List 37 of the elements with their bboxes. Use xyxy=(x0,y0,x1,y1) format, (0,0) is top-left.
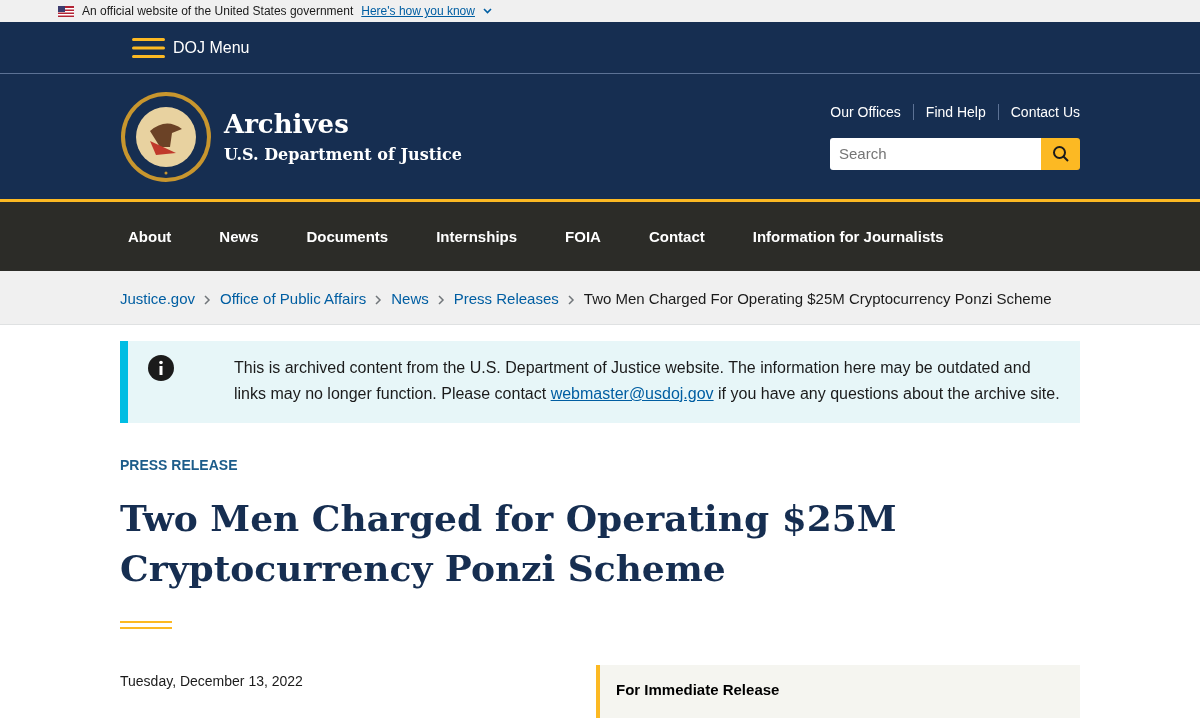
search-button[interactable] xyxy=(1041,137,1080,170)
alert-text: This is archived content from the U.S. Department of Justice website. The information here may be outdated and links may no longer function. Please contact webmaster@usdoj.gov if you have any questions about the archive site. xyxy=(234,358,1060,404)
nav-item[interactable]: Contact xyxy=(648,228,705,245)
info-icon xyxy=(148,355,174,381)
press-release-label: PRESS RELEASE xyxy=(120,457,239,473)
email-link[interactable]: webmaster@usdoj.gov xyxy=(550,385,714,402)
breadcrumb-link[interactable]: Press Releases xyxy=(453,290,559,307)
nav-item[interactable]: Documents xyxy=(306,228,389,245)
breadcrumb-link[interactable]: Office of Public Affairs xyxy=(220,290,367,307)
banner-text: An official website of the United States government xyxy=(82,4,354,18)
breadcrumb-link[interactable]: Justice.gov xyxy=(120,290,196,307)
breadcrumb-current: Two Men Charged For Operating $25M Cryptocurrency Ponzi Scheme xyxy=(583,290,1052,307)
utility-link[interactable]: Contact Us xyxy=(997,103,1080,120)
menu-icon xyxy=(132,36,165,59)
flag-icon xyxy=(58,5,74,17)
chevron-down-icon xyxy=(482,8,492,14)
chevron-right-icon xyxy=(204,295,212,306)
nav-item[interactable]: News xyxy=(219,228,259,245)
utility-link[interactable]: Find Help xyxy=(912,103,998,120)
menu-button[interactable]: DOJ Menu xyxy=(132,36,250,59)
article-title: Two Men Charged for Operating $25M Cryptocurrency Ponzi Scheme xyxy=(120,496,898,591)
nav-item[interactable]: Information for Journalists xyxy=(752,228,944,245)
chevron-right-icon xyxy=(437,295,445,306)
breadcrumb-link[interactable]: News xyxy=(391,290,429,307)
chevron-right-icon xyxy=(375,295,383,306)
title-rule xyxy=(120,621,172,629)
nav-item[interactable]: About xyxy=(128,228,172,245)
banner-link[interactable]: Here's how you know xyxy=(361,4,475,18)
site-subtitle: U.S. Department of Justice xyxy=(224,145,463,164)
site-title[interactable]: Archives xyxy=(224,109,463,139)
chevron-right-icon xyxy=(567,295,575,306)
search-icon xyxy=(1051,144,1070,163)
release-box-title: For Immediate Release xyxy=(616,681,780,698)
utility-link[interactable]: Our Offices xyxy=(818,103,913,120)
nav-item[interactable]: Internships xyxy=(436,228,518,245)
nav-item[interactable]: FOIA xyxy=(565,228,601,245)
release-date: Tuesday, December 13, 2022 xyxy=(120,672,303,691)
